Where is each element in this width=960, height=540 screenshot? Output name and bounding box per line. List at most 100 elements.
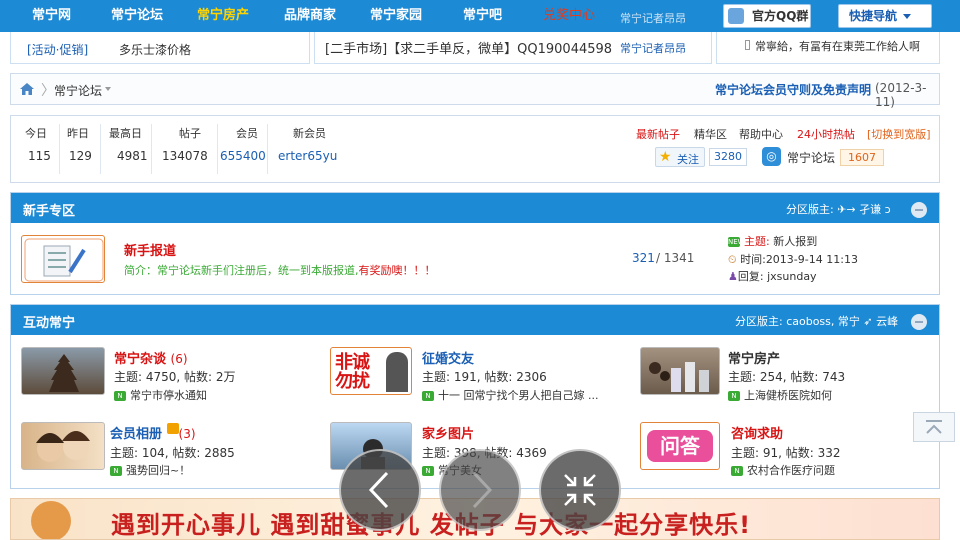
new-icon: NEW (728, 237, 745, 247)
back-to-top-button[interactable] (913, 412, 955, 442)
nav-home[interactable]: 常宁家园 (370, 0, 422, 32)
new-icon: N (422, 466, 434, 476)
follow-button[interactable]: ★ 关注 (655, 147, 705, 167)
section-moderators: 分区版主: caoboss, 常宁 ➶ 云峰 (735, 315, 899, 328)
newbie-thread-count[interactable]: 321 (632, 251, 655, 265)
breadcrumb-separator-icon: 〉 (41, 83, 55, 99)
ad-left-tag[interactable]: [活动·促销] (27, 41, 88, 58)
link-24h-hot[interactable]: 24小时热帖 (797, 126, 855, 142)
link-digest[interactable]: 精华区 (694, 126, 727, 142)
user-icon: ♟ (728, 270, 738, 283)
forum-stat: 主题: 104, 帖数: 2885 (110, 446, 235, 460)
nav-prize-center[interactable]: 兑奖中心 (543, 0, 595, 32)
forum-app-label[interactable]: 常宁论坛 (787, 149, 835, 166)
forward-button[interactable] (439, 449, 521, 531)
chevron-down-icon (903, 14, 911, 19)
section-header: 新手专区 分区版主: ✈→ 孑谦 ↄ (11, 193, 939, 223)
ad-middle-text[interactable]: [二手市场]【求二手单反，微单】QQ190044598 (325, 38, 612, 57)
divider (217, 124, 218, 174)
section-title[interactable]: 新手专区 (23, 200, 75, 219)
stat-members[interactable]: 655400 (220, 149, 266, 163)
hot-icon (166, 423, 179, 434)
forum-thumb-marriage[interactable]: 非诚勿扰 (330, 347, 412, 395)
link-help[interactable]: 帮助中心 (739, 126, 783, 142)
new-icon: N (422, 391, 434, 401)
rules-notice-link[interactable]: 常宁论坛会员守则及免责声明 (715, 81, 871, 98)
back-button[interactable] (339, 449, 421, 531)
forum-last[interactable]: N 常宁市停水通知 (114, 387, 207, 403)
banner-text: 遇到开心事儿 遇到甜蜜事儿 发帖子 与大家一起分享快乐! (111, 511, 752, 539)
help-thumb-text: 问答 (647, 430, 713, 462)
nav-forum[interactable]: 常宁论坛 (111, 0, 163, 32)
collapse-icon[interactable] (911, 202, 927, 218)
stat-posts: 134078 (162, 149, 208, 163)
top-nav-bar: 常宁网 常宁论坛 常宁房产 品牌商家 常宁家园 常宁吧 兑奖中心 常宁记者昂昂 … (0, 0, 960, 32)
ad-left-text[interactable]: 多乐士漆价格 (119, 41, 191, 58)
forum-name[interactable]: 征婚交友 (422, 348, 474, 367)
collapse-fullscreen-button[interactable] (539, 449, 621, 531)
forum-thumb-chat[interactable] (21, 347, 105, 395)
qq-icon (728, 8, 744, 24)
forum-name[interactable]: 会员相册 (3) (110, 423, 196, 442)
new-icon: N (728, 391, 740, 401)
link-wide-mode[interactable]: [切换到宽版] (867, 126, 931, 142)
forum-app-icon[interactable]: ◎ (762, 147, 781, 166)
stat-header-yesterday: 昨日 (67, 127, 89, 140)
follow-count: 3280 (709, 148, 747, 166)
nav-real-estate[interactable]: 常宁房产 (197, 0, 249, 32)
link-latest-posts[interactable]: 最新帖子 (636, 126, 680, 142)
quick-nav-label: 快捷导航 (849, 9, 898, 23)
forum-thumb-help[interactable]: 问答 (640, 422, 720, 470)
new-icon: N (114, 391, 126, 401)
nav-tieba[interactable]: 常宁吧 (463, 0, 502, 32)
section-header: 互动常宁 分区版主: caoboss, 常宁 ➶ 云峰 (11, 305, 939, 335)
last-topic: NEW主题: 新人报到 (728, 235, 818, 248)
forum-name[interactable]: 咨询求助 (731, 423, 783, 442)
forum-thumb-newbie[interactable] (21, 235, 105, 283)
monkey-mascot-icon (31, 501, 71, 539)
follow-label: 关注 (677, 153, 699, 166)
qq-group-button[interactable]: 官方QQ群 (723, 4, 811, 28)
forum-name-newbie[interactable]: 新手报道 (124, 240, 176, 259)
stat-header-posts: 帖子 (179, 127, 201, 140)
section-newbie: 新手专区 分区版主: ✈→ 孑谦 ↄ 新手报道 简介：常宁论坛新手们注册后，统一… (10, 192, 940, 295)
nav-brand-merchants[interactable]: 品牌商家 (284, 0, 336, 32)
forum-desc-newbie: 简介：常宁论坛新手们注册后，统一到本版报道,有奖励噢！！！ (124, 264, 436, 277)
header-reporter: 常宁记者昂昂 (620, 12, 686, 25)
stat-max: 4981 (117, 149, 148, 163)
quick-nav-button[interactable]: 快捷导航 (838, 4, 932, 28)
forum-name[interactable]: 常宁杂谈 (6) (114, 348, 188, 367)
stat-header-today: 今日 (25, 127, 47, 140)
forum-thumb-house[interactable] (640, 347, 720, 395)
clock-icon: ⏲ (728, 253, 737, 266)
ad-middle-author[interactable]: 常宁记者昂昂 (620, 40, 686, 56)
nav-changning-net[interactable]: 常宁网 (32, 0, 71, 32)
last-time: ⏲ 时间:2013-9-14 11:13 (728, 253, 858, 266)
last-reply: ♟回复: jxsunday (728, 270, 817, 283)
last-reply-user[interactable]: jxsunday (767, 270, 816, 283)
collapse-icon[interactable] (911, 314, 927, 330)
breadcrumb: 〉 常宁论坛 常宁论坛会员守则及免责声明 (2012-3-11) (10, 73, 940, 109)
forum-last[interactable]: N 十一 回常宁找个男人把自己嫁 ... (422, 387, 598, 403)
forum-name[interactable]: 常宁房产 (728, 348, 780, 367)
forum-last[interactable]: N 农村合作医疗问题 (731, 462, 835, 478)
stat-header-members: 会员 (236, 127, 258, 140)
breadcrumb-forum[interactable]: 常宁论坛 (54, 82, 102, 99)
forum-last[interactable]: N 强势回归~！ (110, 462, 190, 478)
section-title[interactable]: 互动常宁 (23, 312, 75, 331)
last-topic-title[interactable]: 新人报到 (773, 235, 817, 248)
new-icon: N (110, 466, 122, 476)
rules-notice-date: (2012-3-11) (875, 81, 927, 109)
forum-stat: 主题: 254, 帖数: 743 (728, 370, 846, 384)
chevron-down-icon[interactable] (105, 87, 111, 91)
ad-right-text[interactable]: 常寧給，有冨有在東莞工作給人啊 (755, 38, 920, 54)
home-icon[interactable] (19, 82, 35, 96)
forum-last[interactable]: N 上海健桥医院如何 (728, 387, 832, 403)
forum-stat: 主题: 91, 帖数: 332 (731, 446, 841, 460)
stat-new-member[interactable]: erter65yu (278, 149, 337, 163)
star-icon: ★ (659, 149, 672, 165)
forum-thumb-album[interactable] (21, 422, 105, 470)
forum-name[interactable]: 家乡图片 (422, 423, 474, 442)
new-icon: N (731, 466, 743, 476)
qq-group-label: 官方QQ群 (752, 9, 809, 23)
